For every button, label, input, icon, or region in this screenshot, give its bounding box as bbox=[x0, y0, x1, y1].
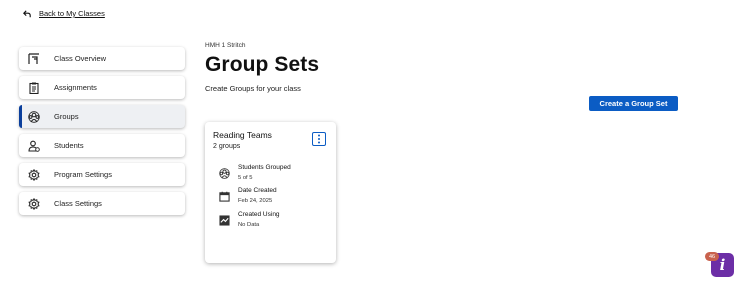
main-content: HMH 1 Stritch Group Sets Create Groups f… bbox=[205, 42, 319, 93]
more-options-button[interactable] bbox=[312, 132, 326, 146]
sidebar-item-label: Assignments bbox=[54, 83, 97, 92]
stat-value: Feb 24, 2025 bbox=[238, 198, 273, 204]
sidebar-item-label: Students bbox=[54, 141, 84, 150]
clipboard-icon bbox=[28, 82, 40, 94]
class-name-breadcrumb: HMH 1 Stritch bbox=[205, 42, 246, 49]
stat-label: Date Created bbox=[238, 187, 277, 194]
students-icon bbox=[28, 140, 40, 152]
stat-label: Students Grouped bbox=[238, 164, 291, 171]
stat-label: Created Using bbox=[238, 211, 280, 218]
sidebar-item-assignments[interactable]: Assignments bbox=[19, 76, 185, 99]
page-subtitle: Create Groups for your class bbox=[205, 84, 301, 93]
sidebar-item-groups[interactable]: Groups bbox=[19, 105, 185, 128]
sidebar-item-label: Groups bbox=[54, 112, 79, 121]
gear-icon bbox=[28, 197, 40, 210]
calendar-icon bbox=[219, 189, 230, 202]
stat-value: No Data bbox=[238, 222, 260, 228]
notification-badge: 46 bbox=[705, 252, 719, 261]
back-arrow-icon bbox=[23, 9, 31, 17]
group-count: 2 groups bbox=[213, 143, 241, 150]
stat-students-grouped: Students Grouped 5 of 5 bbox=[219, 164, 291, 181]
stat-value: 5 of 5 bbox=[238, 175, 253, 181]
chart-icon bbox=[219, 213, 230, 226]
class-sidebar: Class Overview Assignments Groups Studen… bbox=[19, 47, 185, 221]
sidebar-item-label: Class Settings bbox=[54, 199, 102, 208]
students-grouped-icon bbox=[219, 166, 230, 179]
create-group-set-button[interactable]: Create a Group Set bbox=[589, 96, 678, 111]
page-title: Group Sets bbox=[205, 53, 320, 76]
stat-date-created: Date Created Feb 24, 2025 bbox=[219, 187, 277, 204]
gear-icon bbox=[28, 168, 40, 181]
sidebar-item-label: Class Overview bbox=[54, 54, 107, 63]
sidebar-item-label: Program Settings bbox=[54, 170, 112, 179]
sidebar-item-class-overview[interactable]: Class Overview bbox=[19, 47, 185, 70]
group-set-card[interactable]: Reading Teams 2 groups Students Grouped … bbox=[205, 122, 336, 263]
kebab-icon bbox=[318, 134, 320, 144]
back-link-label: Back to My Classes bbox=[39, 9, 105, 18]
sidebar-item-class-settings[interactable]: Class Settings bbox=[19, 192, 185, 215]
group-set-title: Reading Teams bbox=[213, 130, 272, 140]
sidebar-item-students[interactable]: Students bbox=[19, 134, 185, 157]
info-icon: i bbox=[719, 256, 726, 274]
groups-icon bbox=[28, 110, 40, 123]
sidebar-item-program-settings[interactable]: Program Settings bbox=[19, 163, 185, 186]
class-overview-icon bbox=[28, 52, 40, 65]
stat-created-using: Created Using No Data bbox=[219, 211, 280, 228]
back-to-classes-link[interactable]: Back to My Classes bbox=[23, 9, 105, 18]
